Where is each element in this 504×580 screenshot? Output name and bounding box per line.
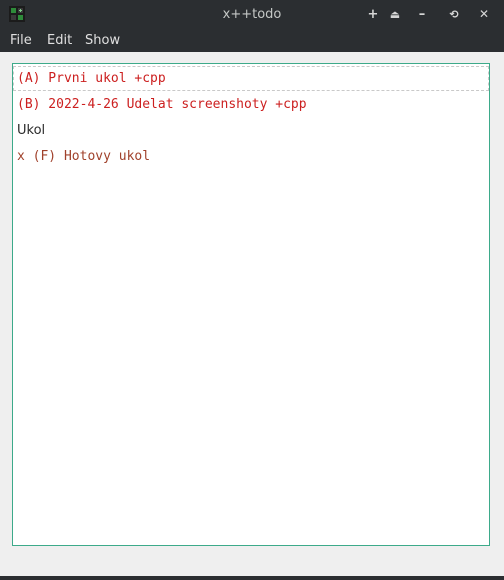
app-window: x++todo + ⏏ – ⟲ ✕ File Edit Show (A) Prv… bbox=[0, 0, 504, 580]
app-icon bbox=[9, 6, 25, 22]
minimize-icon[interactable]: – bbox=[413, 5, 431, 23]
task-text: (B) 2022-4-26 Udelat screenshoty +cpp bbox=[17, 97, 307, 112]
window-bottom-border bbox=[0, 576, 504, 580]
task-row[interactable]: Ukol bbox=[13, 118, 489, 143]
task-list[interactable]: (A) Prvni ukol +cpp (B) 2022-4-26 Udelat… bbox=[12, 63, 490, 546]
task-text: (A) Prvni ukol +cpp bbox=[17, 71, 166, 86]
close-icon[interactable]: ✕ bbox=[475, 5, 493, 23]
menu-file[interactable]: File bbox=[10, 29, 32, 52]
task-row[interactable]: (B) 2022-4-26 Udelat screenshoty +cpp bbox=[13, 92, 489, 117]
menu-show[interactable]: Show bbox=[85, 29, 120, 52]
task-text: x (F) Hotovy ukol bbox=[17, 149, 151, 164]
restore-icon[interactable]: ⟲ bbox=[445, 5, 463, 23]
titlebar[interactable]: x++todo + ⏏ – ⟲ ✕ bbox=[0, 0, 504, 29]
task-text: Ukol bbox=[17, 123, 46, 138]
shade-icon[interactable]: ⏏ bbox=[386, 5, 404, 23]
task-row[interactable]: x (F) Hotovy ukol bbox=[13, 144, 489, 169]
task-row[interactable]: (A) Prvni ukol +cpp bbox=[13, 66, 489, 91]
maximize-plus-icon[interactable]: + bbox=[364, 5, 382, 23]
menubar: File Edit Show bbox=[0, 29, 504, 52]
menu-edit[interactable]: Edit bbox=[47, 29, 72, 52]
